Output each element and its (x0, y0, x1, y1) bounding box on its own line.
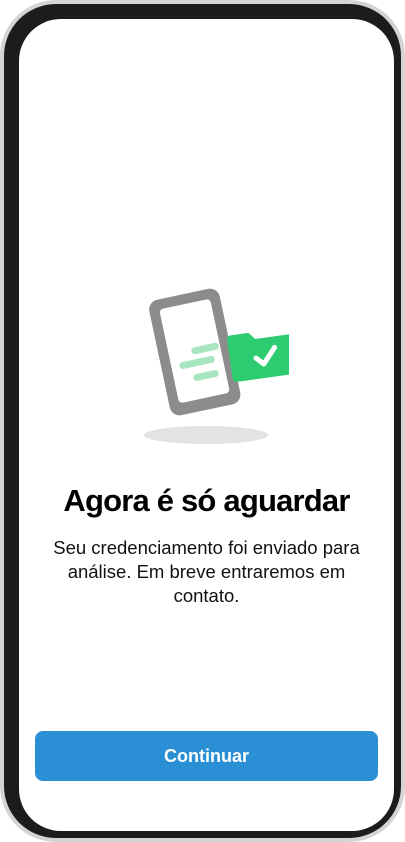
device-bezel: Agora é só aguardar Seu credenciamento f… (4, 4, 401, 838)
page-title: Agora é só aguardar (63, 483, 350, 518)
confirmation-message: Seu credenciamento foi enviado para anál… (53, 537, 360, 606)
continue-button[interactable]: Continuar (35, 731, 378, 781)
document-sent-illustration (144, 288, 289, 444)
illustration-shadow (144, 426, 268, 444)
app-screen: Agora é só aguardar Seu credenciamento f… (19, 19, 394, 831)
device-frame: Agora é só aguardar Seu credenciamento f… (0, 0, 405, 842)
folder-check-icon (227, 332, 289, 382)
